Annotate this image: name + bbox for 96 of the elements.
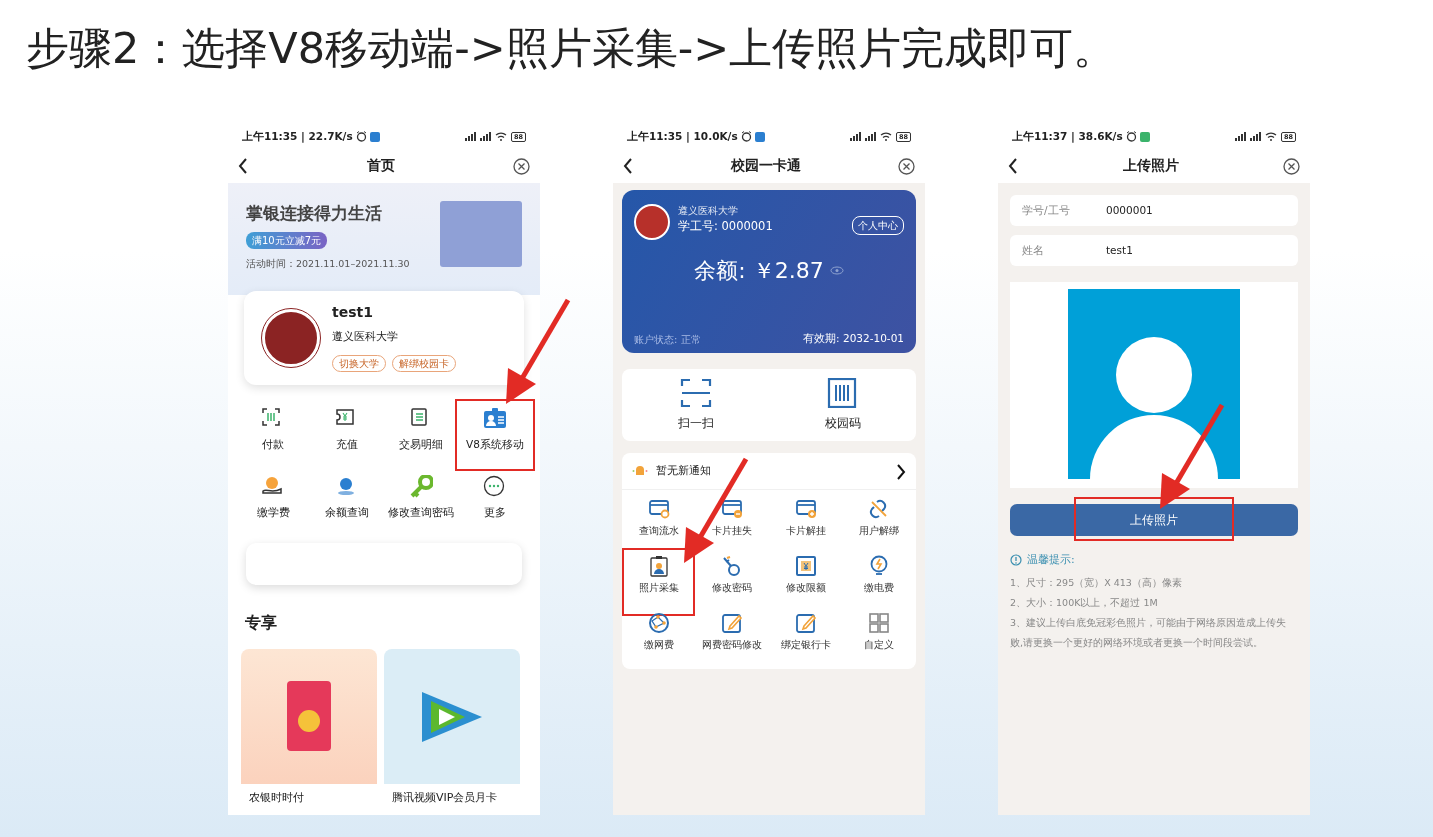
service-button[interactable]: 查询流水 xyxy=(638,490,679,547)
globe-icon xyxy=(647,612,670,634)
signal-icon xyxy=(1234,132,1246,141)
balance-amount: 余额: ￥2.87 xyxy=(694,257,824,285)
tip-text: 3、建议上传白底免冠彩色照片，可能由于网络原因造成上传失败,请更换一个更好的网络环境或者更换一个时间段尝试。 xyxy=(1010,615,1288,650)
quick-action-button[interactable]: 校园码 xyxy=(769,369,916,441)
promo-period: 活动时间：2021.11.01–2021.11.30 xyxy=(246,256,410,271)
discount-tag: 满10元立减7元 xyxy=(246,231,328,249)
page-title: 首页 xyxy=(365,156,396,175)
grid-icon xyxy=(868,612,891,634)
back-icon xyxy=(623,158,633,174)
app-icon xyxy=(754,131,765,142)
barcode-icon xyxy=(826,378,859,408)
edit-icon xyxy=(794,612,817,634)
shortcut-button[interactable]: V8系统移动 xyxy=(458,407,532,463)
action-tag[interactable]: 解绑校园卡 xyxy=(392,355,456,373)
upload-photo-button[interactable]: 上传照片 xyxy=(1010,504,1298,536)
university-emblem-icon xyxy=(634,204,670,240)
service-button[interactable]: 网费密码修改 xyxy=(702,604,763,661)
signal-icon xyxy=(864,132,876,141)
service-button[interactable]: 自定义 xyxy=(864,604,895,661)
personal-center-button[interactable]: 个人中心 xyxy=(852,216,904,235)
shortcut-button[interactable]: 修改查询密码 xyxy=(388,475,454,531)
close-icon xyxy=(1283,157,1300,175)
back-icon xyxy=(1008,158,1018,174)
shortcut-button[interactable]: 充值 xyxy=(310,407,384,463)
signal-icon xyxy=(479,132,491,141)
signal-icon xyxy=(849,132,861,141)
card-plus-icon xyxy=(794,498,817,520)
quick-action-button[interactable]: 扫一扫 xyxy=(622,369,769,441)
page-title: 校园一卡通 xyxy=(729,156,802,175)
service-button[interactable]: 缴网费 xyxy=(643,604,674,661)
card-search-icon xyxy=(647,498,670,520)
edit-icon xyxy=(721,612,744,634)
service-button[interactable]: 缴电费 xyxy=(864,547,895,604)
step-instruction: 步骤2：选择V8移动端->照片采集->上传照片完成即可。 xyxy=(25,22,1118,75)
university-emblem-icon xyxy=(262,309,320,367)
section-title: 专享 xyxy=(245,612,278,634)
alarm-icon xyxy=(1125,131,1137,142)
service-button[interactable]: 用户解绑 xyxy=(859,490,900,547)
service-button[interactable]: 卡片挂失 xyxy=(712,490,753,547)
tip-text: 1、尺寸：295（宽）X 413（高）像素 xyxy=(1010,575,1183,590)
tip-text: 2、大小：100K以上，不超过 1M xyxy=(1010,595,1159,610)
app-icon xyxy=(369,131,380,142)
close-icon xyxy=(513,157,530,175)
action-tag[interactable]: 切换大学 xyxy=(332,355,386,373)
key-icon xyxy=(409,475,433,499)
wifi-icon xyxy=(494,132,507,141)
service-button[interactable]: 照片采集 xyxy=(638,547,679,604)
bell-icon xyxy=(632,464,648,478)
alarm-icon xyxy=(740,131,752,142)
id-photo-icon xyxy=(647,555,670,577)
notice-text: 暂无新通知 xyxy=(656,462,712,479)
field-label: 姓名 xyxy=(1022,242,1045,258)
eye-icon xyxy=(829,266,844,275)
page-title: 上传照片 xyxy=(1121,156,1180,175)
status-time: 上午11:37 | 38.6K/s xyxy=(1012,128,1123,145)
service-button[interactable]: 绑定银行卡 xyxy=(780,604,831,661)
signal-icon xyxy=(1249,132,1261,141)
info-icon xyxy=(1010,554,1022,567)
student-id: 学工号: 0000001 xyxy=(678,218,773,236)
field-value: test1 xyxy=(1106,242,1133,258)
service-button[interactable]: 卡片解挂 xyxy=(785,490,826,547)
chevron-right-icon xyxy=(896,463,906,480)
promo-title: 农银时时付 xyxy=(248,790,305,805)
shortcut-button[interactable]: 缴学费 xyxy=(240,475,306,531)
account-status: 账户状态: 正常 xyxy=(634,333,701,347)
service-button[interactable]: 修改限额 xyxy=(785,547,826,604)
tips-title: 温馨提示: xyxy=(1027,552,1075,568)
shortcut-button[interactable]: 更多 xyxy=(462,475,528,531)
field-value: 0000001 xyxy=(1106,202,1153,218)
user-name: test1 xyxy=(332,302,374,322)
shortcut-button[interactable]: 付款 xyxy=(236,407,310,463)
alarm-icon xyxy=(355,131,367,142)
service-button[interactable]: 修改密码 xyxy=(712,547,753,604)
id-card-icon xyxy=(483,407,507,431)
scan-icon xyxy=(679,378,712,408)
wifi-icon xyxy=(1264,132,1277,141)
banner-title: 掌银连接得力生活 xyxy=(246,202,383,225)
back-icon xyxy=(238,158,248,174)
more-icon xyxy=(483,475,507,499)
field-label: 学号/工号 xyxy=(1022,202,1071,218)
shortcut-button[interactable]: 交易明细 xyxy=(384,407,458,463)
shortcut-button[interactable]: 余额查询 xyxy=(314,475,380,531)
expiry-date: 有效期: 2032-10-01 xyxy=(803,331,904,347)
card-minus-icon xyxy=(721,498,744,520)
signal-icon xyxy=(464,132,476,141)
wifi-icon xyxy=(879,132,892,141)
status-time: 上午11:35 | 10.0K/s xyxy=(627,128,738,145)
school-name: 遵义医科大学 xyxy=(332,328,399,344)
app-icon xyxy=(1139,131,1150,142)
close-icon xyxy=(898,157,915,175)
money-frame-icon xyxy=(794,555,817,577)
status-time: 上午11:35 | 22.7K/s xyxy=(242,128,353,145)
school-name: 遵义医科大学 xyxy=(678,204,739,218)
promo-title: 腾讯视频VIP会员月卡 xyxy=(391,790,499,805)
